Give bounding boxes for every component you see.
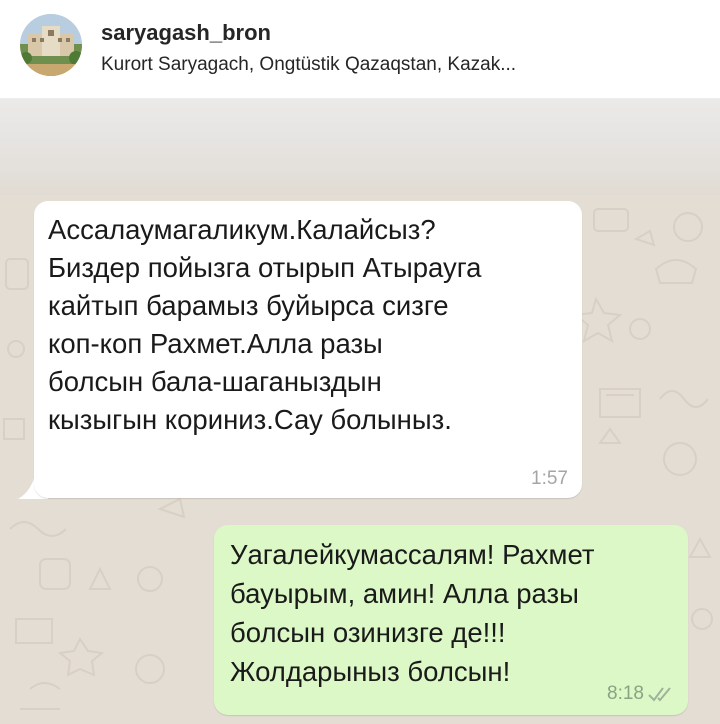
incoming-message-bubble[interactable]: Ассалаумагаликум.Калайсыз? Биздер пойызг… (34, 201, 582, 498)
message-line: Биздер пойызга отырып Атырауга (48, 252, 482, 283)
message-line: коп-коп Рахмет.Алла разы (48, 328, 383, 359)
profile-location[interactable]: Kurort Saryagach, Ongtüstik Qazaqstan, K… (101, 54, 661, 76)
message-line: Уагалейкумассалям! Рахмет (230, 539, 595, 570)
message-line: болсын бала-шаганыздын (48, 366, 382, 397)
incoming-message-text: Ассалаумагаликум.Калайсыз? Биздер пойызг… (48, 211, 568, 439)
post-header: saryagash_bron Kurort Saryagach, Ongtüst… (0, 0, 720, 99)
profile-avatar[interactable] (20, 14, 82, 76)
message-line: Ассалаумагаликум.Калайсыз? (48, 214, 436, 245)
outgoing-message-text: Уагалейкумассалям! Рахмет бауырым, амин!… (230, 535, 680, 691)
outgoing-message-time: 8:18 (607, 683, 644, 704)
hotel-building-avatar (20, 14, 82, 76)
message-line: бауырым, амин! Алла разы (230, 578, 579, 609)
message-line: болсын озинизге де!!! (230, 617, 506, 648)
profile-username[interactable]: saryagash_bron (101, 20, 271, 46)
more-options-button[interactable] (656, 30, 700, 58)
chat-screenshot: Ассалаумагаликум.Калайсыз? Биздер пойызг… (0, 99, 720, 724)
outgoing-message-bubble[interactable]: Уагалейкумассалям! Рахмет бауырым, амин!… (214, 525, 688, 715)
incoming-message-time: 1:57 (531, 468, 568, 489)
message-line: кайтып барамыз буйырса сизге (48, 290, 449, 321)
message-line: кызыгын кориниз.Сау болыныз. (48, 404, 452, 435)
double-check-icon (648, 687, 671, 702)
